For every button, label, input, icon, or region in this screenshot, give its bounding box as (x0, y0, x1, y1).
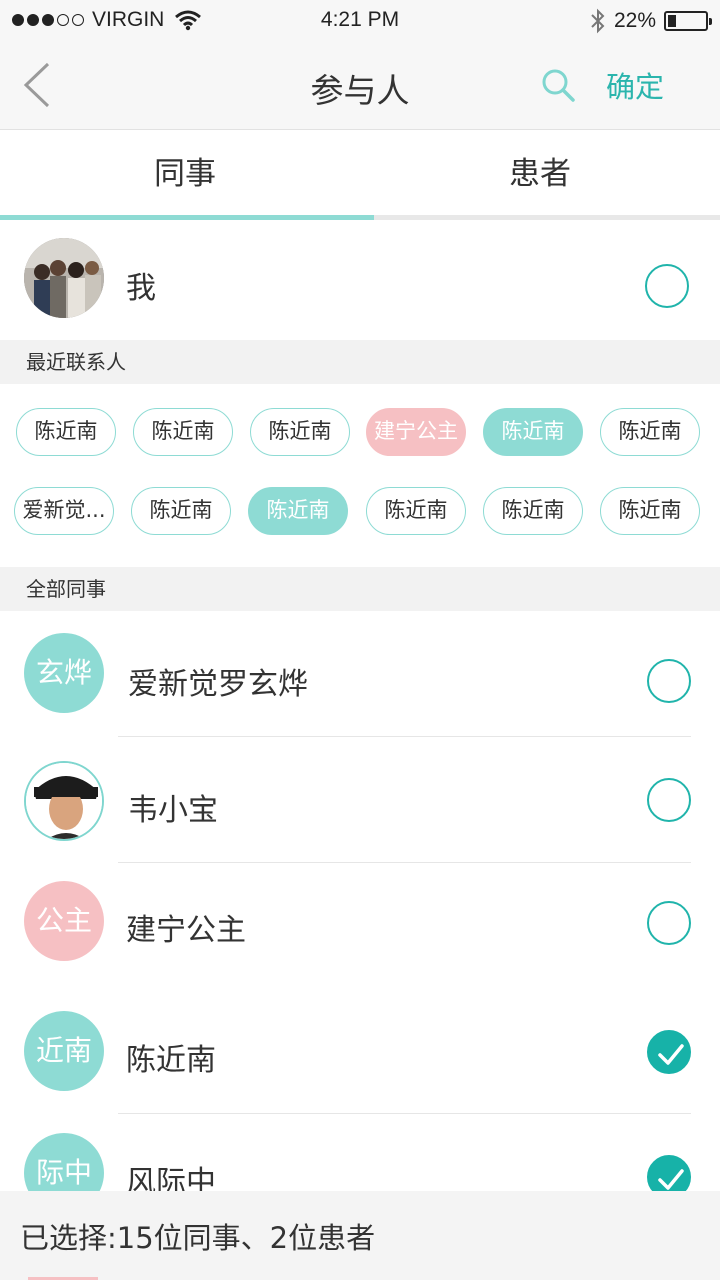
recent-contact-chip[interactable]: 陈近南 (133, 408, 233, 456)
recent-contact-chip[interactable]: 陈近南 (366, 487, 466, 535)
bluetooth-icon (591, 8, 605, 34)
confirm-button[interactable]: 确定 (606, 64, 664, 106)
row-divider (118, 862, 691, 863)
battery-percent: 22% (613, 9, 656, 32)
self-checkbox[interactable] (645, 264, 689, 308)
colleague-name: 爱新觉罗玄烨 (128, 667, 308, 702)
tab-bar: 同事 患者 (0, 131, 720, 221)
row-divider (118, 1113, 691, 1114)
colleague-avatar (24, 761, 104, 841)
colleague-checkbox[interactable] (647, 1030, 691, 1074)
colleague-name: 建宁公主 (126, 913, 246, 948)
selection-summary: 已选择:15位同事、2位患者 (20, 1221, 376, 1255)
colleague-checkbox[interactable] (647, 659, 691, 703)
recent-contact-chip[interactable]: 陈近南 (16, 408, 116, 456)
search-icon[interactable] (538, 65, 580, 107)
colleague-name: 陈近南 (126, 1043, 216, 1078)
colleague-avatar: 玄烨 (24, 633, 104, 713)
recent-contact-chip[interactable]: 爱新觉... (14, 487, 114, 535)
recent-contact-chip[interactable]: 陈近南 (483, 487, 583, 535)
colleague-avatar: 近南 (24, 1011, 104, 1091)
tab-colleagues[interactable]: 同事 (5, 131, 365, 217)
recent-contact-chip[interactable]: 陈近南 (483, 408, 583, 456)
recent-contact-chip[interactable]: 陈近南 (250, 408, 350, 456)
colleague-checkbox[interactable] (647, 901, 691, 945)
nav-bar: 参与人 确定 (0, 40, 720, 130)
row-divider (118, 736, 691, 737)
self-name: 我 (126, 271, 156, 306)
colleague-name: 韦小宝 (128, 793, 218, 828)
self-avatar (24, 238, 104, 318)
battery-icon (664, 11, 712, 31)
colleague-checkbox[interactable] (647, 778, 691, 822)
recent-contact-chip[interactable]: 建宁公主 (366, 408, 466, 456)
selection-summary-bar: 已选择:15位同事、2位患者 (0, 1191, 720, 1280)
status-right: 22% (590, 8, 712, 34)
recent-header: 最近联系人 (0, 340, 720, 384)
colleague-avatar: 公主 (24, 881, 104, 961)
recent-contact-chip[interactable]: 陈近南 (131, 487, 231, 535)
status-bar: VIRGIN 4:21 PM 22% (0, 0, 720, 40)
tab-active-indicator (0, 215, 374, 220)
colleagues-header: 全部同事 (0, 567, 720, 611)
tab-patients[interactable]: 患者 (360, 131, 720, 217)
recent-contact-chip[interactable]: 陈近南 (600, 408, 700, 456)
recent-contact-chip[interactable]: 陈近南 (600, 487, 700, 535)
recent-contact-chip[interactable]: 陈近南 (248, 487, 348, 535)
